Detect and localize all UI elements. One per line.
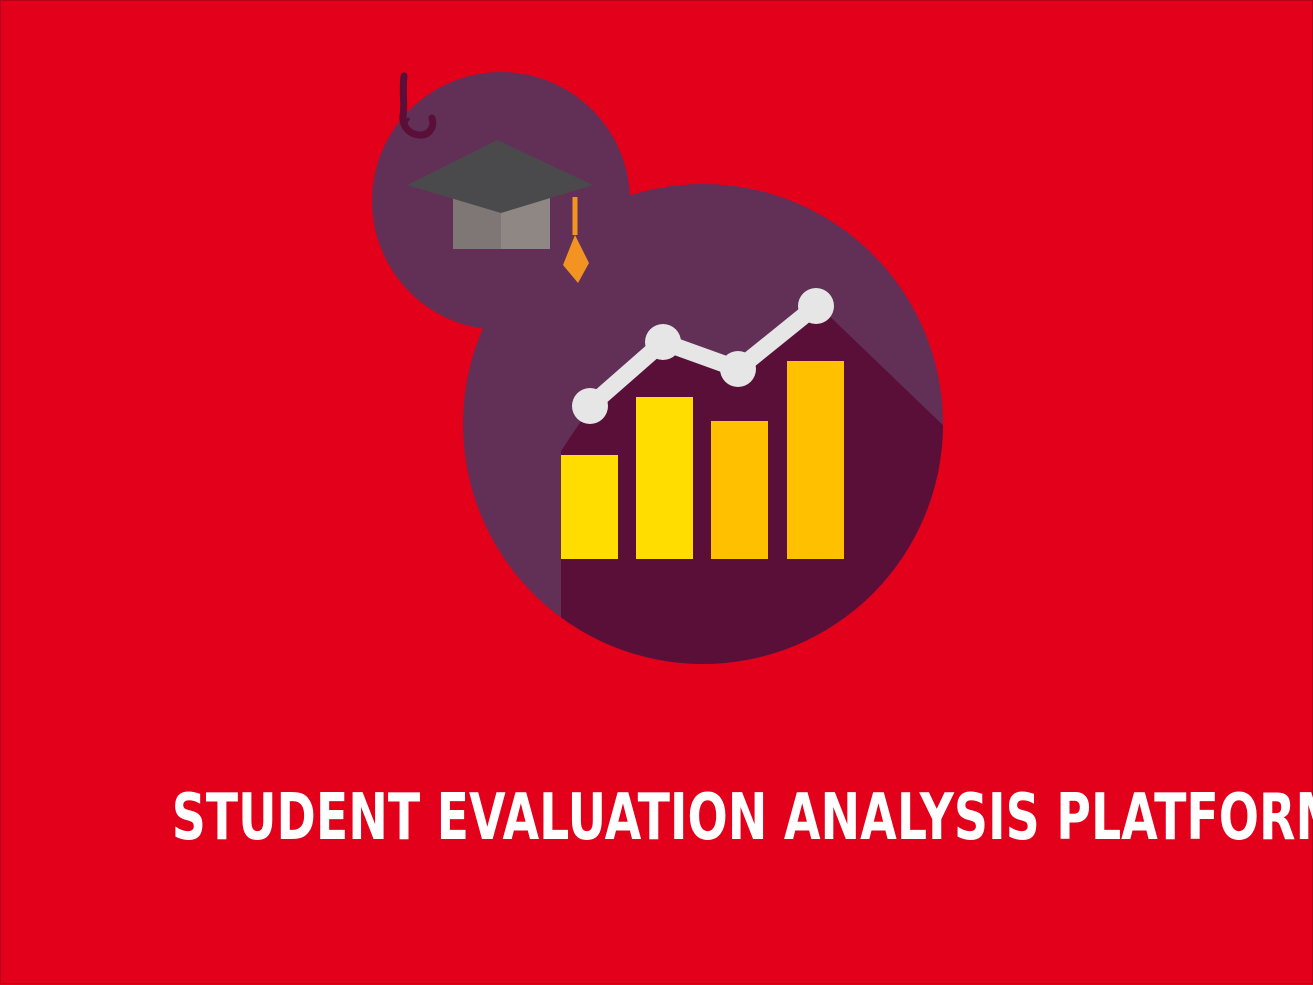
trend-point-2 bbox=[645, 324, 681, 360]
poster: STUDENT EVALUATION ANALYSIS PLATFORM bbox=[0, 0, 1313, 984]
chart-bar-1 bbox=[561, 455, 618, 559]
platform-title: STUDENT EVALUATION ANALYSIS PLATFORM bbox=[171, 781, 1313, 855]
trend-point-3 bbox=[720, 351, 756, 387]
trend-point-4 bbox=[798, 288, 834, 324]
trend-point-1 bbox=[572, 388, 608, 424]
chart-bar-2 bbox=[636, 397, 693, 559]
chart-bar-4 bbox=[787, 361, 844, 559]
chart-bar-3 bbox=[711, 421, 768, 559]
